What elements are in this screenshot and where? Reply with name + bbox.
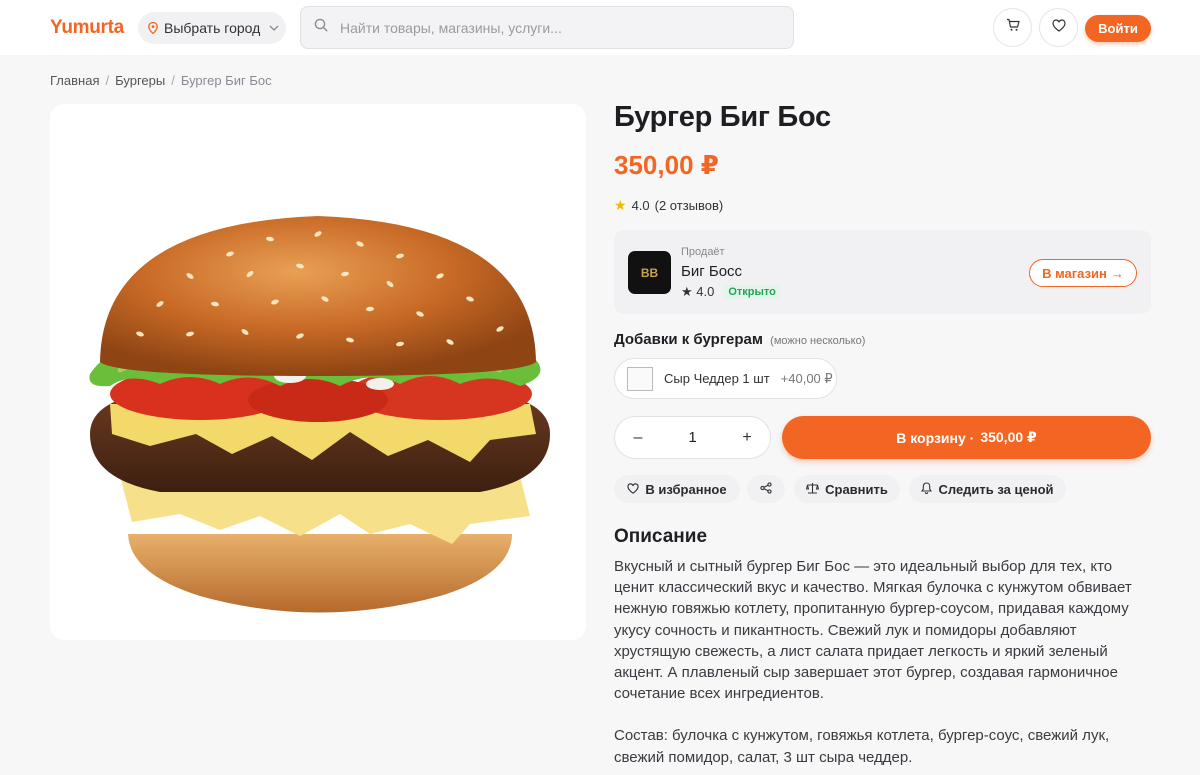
top-header: Yumurta Выбрать город Войти [0, 0, 1200, 55]
star-icon: ★ [614, 197, 627, 213]
price-alert-button[interactable]: Следить за ценой [909, 475, 1066, 503]
compare-button[interactable]: Сравнить [794, 475, 900, 503]
price-alert-label: Следить за ценой [938, 481, 1054, 497]
heart-icon [1051, 18, 1066, 37]
addon-image [627, 366, 653, 391]
search-input[interactable] [340, 19, 760, 36]
addon-name: Сыр Чеддер 1 шт [664, 371, 770, 386]
search-bar[interactable] [300, 6, 794, 49]
description-text: Вкусный и сытный бургер Биг Бос — это ид… [614, 556, 1144, 768]
site-logo[interactable]: Yumurta [50, 17, 124, 39]
quantity-value[interactable]: 1 [688, 429, 696, 446]
breadcrumb-separator: / [105, 73, 110, 88]
add-to-favorites-button[interactable]: В избранное [614, 475, 740, 503]
cart-button[interactable] [993, 8, 1032, 47]
search-icon [314, 18, 328, 37]
addon-price: +40,00 ₽ [780, 370, 833, 386]
quantity-increase-button[interactable]: + [738, 429, 756, 447]
city-label: Выбрать город [164, 20, 261, 36]
share-button[interactable] [747, 475, 785, 503]
share-icon [760, 481, 772, 497]
addons-title: Добавки к бургерам (можно несколько) [614, 331, 865, 348]
city-selector[interactable]: Выбрать город [138, 12, 286, 44]
description-paragraph: Вкусный и сытный бургер Биг Бос — это ид… [614, 558, 1132, 703]
seller-meta: ★ 4.0 Открыто [681, 284, 780, 300]
seller-rating: ★ 4.0 [681, 284, 715, 299]
scales-icon [805, 482, 820, 497]
addons-title-label: Добавки к бургерам [614, 331, 763, 348]
breadcrumb: Главная / Бургеры / Бургер Биг Бос [50, 73, 272, 88]
cart-icon [1006, 18, 1020, 37]
product-price: 350,00 ₽ [614, 150, 719, 180]
shop-button-label: В магазин [1042, 265, 1107, 281]
seller-card: BB Продаёт Биг Босс ★ 4.0 Открыто В мага… [614, 230, 1151, 314]
breadcrumb-category[interactable]: Бургеры [115, 73, 165, 88]
product-title: Бургер Биг Бос [614, 101, 831, 133]
ingredients-paragraph: Состав: булочка с кунжутом, говяжья котл… [614, 727, 1110, 766]
breadcrumb-separator: / [171, 73, 175, 88]
product-image[interactable] [50, 104, 586, 640]
favorites-button[interactable] [1039, 8, 1078, 47]
add-to-cart-price: 350,00 ₽ [980, 429, 1037, 445]
add-to-cart-label: В корзину · [896, 429, 975, 446]
heart-icon [627, 482, 640, 497]
addon-option[interactable]: Сыр Чеддер 1 шт +40,00 ₽ [614, 358, 837, 399]
seller-name[interactable]: Биг Босс [681, 263, 742, 280]
compare-label: Сравнить [825, 481, 888, 497]
go-to-shop-button[interactable]: В магазин → [1029, 259, 1137, 287]
product-rating[interactable]: ★ 4.0 (2 отзывов) [614, 197, 723, 214]
breadcrumb-current: Бургер Биг Бос [180, 73, 272, 88]
chevron-down-icon [269, 23, 279, 34]
add-to-cart-button[interactable]: В корзину · 350,00 ₽ [782, 416, 1151, 459]
location-pin-icon [148, 22, 158, 34]
seller-caption: Продаёт [681, 246, 725, 258]
bell-icon [921, 481, 933, 497]
status-badge: Открыто [724, 285, 780, 299]
burger-image [89, 216, 550, 613]
arrow-right-icon: → [1110, 265, 1124, 281]
reviews-count: (2 отзывов) [654, 198, 724, 213]
quantity-decrease-button[interactable]: – [629, 429, 647, 447]
login-button[interactable]: Войти [1085, 15, 1151, 42]
favorites-label: В избранное [645, 481, 727, 497]
description-title: Описание [614, 526, 708, 547]
breadcrumb-home[interactable]: Главная [50, 73, 99, 88]
rating-value: 4.0 [631, 198, 650, 213]
quantity-stepper: – 1 + [614, 416, 771, 459]
seller-logo[interactable]: BB [628, 251, 671, 294]
addons-hint: (можно несколько) [770, 335, 866, 347]
